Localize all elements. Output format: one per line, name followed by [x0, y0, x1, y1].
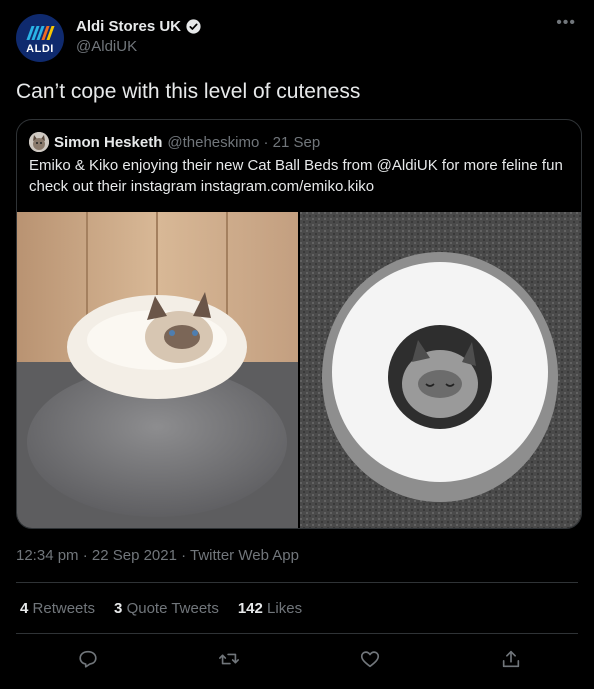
quoted-author-name: Simon Hesketh [54, 133, 163, 151]
cat-bed-photo-right[interactable] [300, 212, 581, 528]
cat-avatar-icon [29, 132, 49, 152]
retweets-count: 4 [20, 600, 29, 617]
tweet-stats: 4 Retweets 3 Quote Tweets 142 Likes [20, 600, 302, 617]
retweet-icon [219, 653, 239, 665]
reply-button[interactable] [75, 646, 101, 672]
author-display-name-row[interactable]: Aldi Stores UK [76, 18, 202, 35]
tweet-text: Can’t cope with this level of cuteness [16, 80, 361, 103]
quote-tweets-stat[interactable]: 3 Quote Tweets [114, 600, 219, 617]
reply-icon [79, 650, 97, 668]
share-button[interactable] [498, 646, 524, 672]
author-handle[interactable]: @AldiUK [76, 38, 202, 55]
share-icon [502, 650, 520, 668]
likes-count: 142 [237, 600, 263, 617]
quoted-author-avatar [29, 132, 49, 152]
cat-in-ball-bed-image [300, 212, 581, 528]
like-button[interactable] [357, 646, 383, 672]
divider [16, 582, 578, 583]
quoted-tweet[interactable]: Simon Hesketh @theheskimo · 21 Sep Emiko… [16, 119, 582, 529]
retweets-stat[interactable]: 4 Retweets [20, 600, 95, 617]
more-icon[interactable]: ••• [556, 14, 576, 32]
cat-bed-photo-left[interactable] [17, 212, 298, 528]
tweet-actions [0, 646, 594, 676]
quote-tweets-label: Quote Tweets [126, 600, 219, 617]
quoted-author-meta: @theheskimo · 21 Sep [167, 133, 321, 151]
quote-tweets-count: 3 [114, 600, 123, 617]
retweets-label: Retweets [32, 600, 96, 617]
retweet-button[interactable] [216, 646, 242, 672]
tweet-timestamp[interactable]: 12:34 pm · 22 Sep 2021 · Twitter Web App [16, 547, 299, 564]
tweet-header: ALDI Aldi Stores UK @AldiUK ••• [16, 14, 578, 64]
cat-in-bed-image [17, 212, 298, 528]
likes-label: Likes [267, 600, 303, 617]
quoted-tweet-header: Simon Hesketh @theheskimo · 21 Sep [29, 132, 320, 152]
verified-icon [186, 19, 201, 34]
author-names: Aldi Stores UK @AldiUK [76, 18, 202, 55]
likes-stat[interactable]: 142 Likes [238, 600, 302, 617]
quoted-tweet-text: Emiko & Kiko enjoying their new Cat Ball… [29, 157, 563, 195]
author-avatar[interactable]: ALDI [16, 14, 64, 62]
quoted-media [17, 212, 581, 528]
author-display-name[interactable]: Aldi Stores UK [76, 18, 181, 35]
avatar-brand-text: ALDI [26, 42, 54, 55]
like-icon [360, 651, 380, 668]
aldi-logo-icon [25, 25, 55, 40]
divider [16, 633, 578, 634]
